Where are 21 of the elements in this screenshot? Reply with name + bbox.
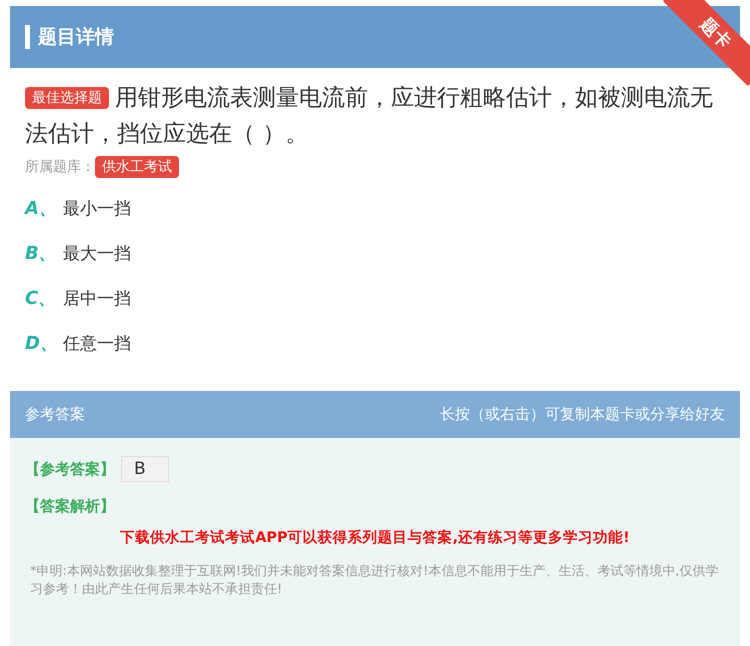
question-type-tag: 最佳选择题 [25, 87, 109, 109]
answer-label: 【参考答案】 [25, 460, 115, 478]
header-title: 题目详情 [38, 25, 114, 50]
share-hint: 长按（或右击）可复制本题卡或分享给好友 [440, 405, 725, 424]
option-letter: B、 [25, 242, 58, 265]
bank-tag[interactable]: 供水工考试 [95, 156, 179, 178]
option-letter: C、 [25, 287, 58, 310]
option-letter: A、 [25, 197, 58, 220]
option-text: 最小一挡 [63, 198, 131, 220]
title-marker [25, 25, 30, 49]
answer-title: 参考答案 [25, 405, 85, 424]
option-text: 居中一挡 [63, 288, 131, 310]
bank-label: 所属题库： [25, 158, 95, 176]
option-letter: D、 [25, 332, 59, 355]
disclaimer-text: *申明:本网站数据收集整理于互联网!我们并未能对答案信息进行核对!本信息不能用于生产、生活、考试等情境中,仅供学习参考！由此产生任何后果本站不承担责任! [30, 563, 720, 599]
app-promo-text: 下载供水工考试考试APP可以获得系列题目与答案,还有练习等更多学习功能! [119, 528, 631, 547]
option-text: 最大一挡 [63, 242, 131, 264]
option-text: 任意一挡 [63, 332, 131, 354]
question-text: 最佳选择题 用钳形电流表测量电流前，应进行粗略估计，如被测电流无法估计，挡位应选在（ ）。 [25, 84, 714, 149]
analysis-label: 【答案解析】 [25, 497, 115, 515]
answer-value: B [121, 456, 169, 482]
